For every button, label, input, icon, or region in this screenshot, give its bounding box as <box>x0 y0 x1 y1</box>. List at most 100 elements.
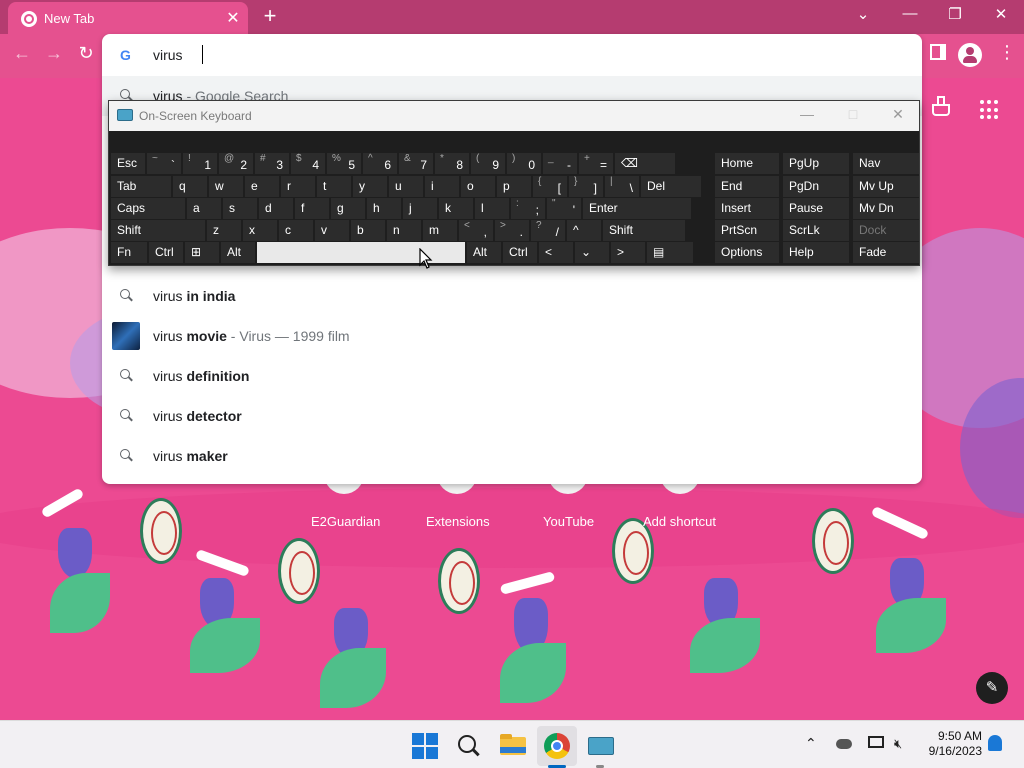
osk-key[interactable]: (9 <box>471 153 505 174</box>
osk-key[interactable]: % 5 <box>327 153 361 174</box>
osk-key[interactable]: k <box>439 198 473 219</box>
labs-flask-icon[interactable] <box>930 96 952 118</box>
osk-key[interactable]: j <box>403 198 437 219</box>
osk-key[interactable]: ? / <box>531 220 565 241</box>
osk-nav-key[interactable]: Pause <box>783 198 849 219</box>
osk-key[interactable]: {[ <box>533 176 567 197</box>
osk-key[interactable]: " ' <box>547 198 581 219</box>
osk-nav-key[interactable]: Nav <box>853 153 919 174</box>
osk-key[interactable]: $4 <box>291 153 325 174</box>
new-tab-button[interactable]: + <box>258 3 282 29</box>
osk-key[interactable]: m <box>423 220 457 241</box>
osk-key[interactable]: e <box>245 176 279 197</box>
address-bar-input[interactable]: virus <box>153 47 183 63</box>
osk-key[interactable]: n <box>387 220 421 241</box>
osk-minimize-button[interactable]: — <box>793 106 821 122</box>
osk-key[interactable]: #3 <box>255 153 289 174</box>
suggestion-row[interactable]: virus movie - Virus — 1999 film <box>102 316 922 356</box>
on-screen-keyboard-taskbar-icon[interactable] <box>588 737 614 755</box>
osk-nav-key[interactable]: PgDn <box>783 176 849 197</box>
shortcut-youtube[interactable]: YouTube <box>543 514 594 529</box>
osk-key[interactable]: u <box>389 176 423 197</box>
osk-key[interactable]: ⊞ <box>185 242 219 263</box>
osk-key[interactable]: ! 1 <box>183 153 217 174</box>
osk-nav-key[interactable]: Dock <box>853 220 919 241</box>
tab-close-button[interactable]: ✕ <box>224 8 242 28</box>
osk-nav-key[interactable]: Help <box>783 242 849 263</box>
osk-key[interactable]: g <box>331 198 365 219</box>
osk-key[interactable]: * 8 <box>435 153 469 174</box>
osk-key[interactable]: >. <box>495 220 529 241</box>
osk-key[interactable]: h <box>367 198 401 219</box>
customize-chrome-pencil-icon[interactable]: ✎ <box>976 672 1008 704</box>
back-button[interactable]: ← <box>10 43 34 64</box>
osk-key[interactable]: r <box>281 176 315 197</box>
side-panel-icon[interactable] <box>930 44 946 60</box>
osk-nav-key[interactable]: Insert <box>715 198 779 219</box>
osk-key[interactable]: Fn <box>111 242 147 263</box>
profile-avatar-icon[interactable] <box>958 43 982 67</box>
osk-nav-key[interactable]: Options <box>715 242 779 263</box>
osk-key[interactable]: a <box>187 198 221 219</box>
osk-nav-key[interactable]: PgUp <box>783 153 849 174</box>
shortcut-add[interactable]: Add shortcut <box>643 514 716 529</box>
osk-key[interactable]: q <box>173 176 207 197</box>
osk-key[interactable]: v <box>315 220 349 241</box>
network-monitor-icon[interactable] <box>868 736 884 748</box>
osk-key[interactable]: ▤ <box>647 242 693 263</box>
reload-button[interactable]: ↻ <box>74 43 98 64</box>
tab-new-tab[interactable]: New Tab ✕ <box>8 2 248 34</box>
osk-nav-key[interactable]: PrtScn <box>715 220 779 241</box>
osk-key[interactable]: :; <box>511 198 545 219</box>
osk-nav-key[interactable]: Mv Dn <box>853 198 919 219</box>
shortcut-e2guardian[interactable]: E2Guardian <box>311 514 380 529</box>
osk-key[interactable]: z <box>207 220 241 241</box>
address-bar[interactable]: G virus <box>102 34 922 76</box>
close-window-button[interactable]: ✕ <box>986 5 1016 23</box>
osk-key[interactable]: c <box>279 220 313 241</box>
osk-key[interactable]: Shift <box>111 220 205 241</box>
osk-key[interactable]: Caps <box>111 198 185 219</box>
osk-key[interactable]: ⌄ <box>575 242 609 263</box>
osk-key[interactable]: ~ ` <box>147 153 181 174</box>
osk-key[interactable]: ^ 6 <box>363 153 397 174</box>
restore-window-button[interactable]: ❐ <box>940 5 970 23</box>
osk-key[interactable]: > <box>611 242 645 263</box>
osk-key[interactable]: s <box>223 198 257 219</box>
osk-key[interactable]: t <box>317 176 351 197</box>
osk-key[interactable]: + = <box>579 153 613 174</box>
osk-key[interactable]: x <box>243 220 277 241</box>
osk-key[interactable]: Tab <box>111 176 171 197</box>
osk-key[interactable]: o <box>461 176 495 197</box>
chrome-taskbar-icon[interactable] <box>544 733 570 759</box>
shortcut-extensions[interactable]: Extensions <box>426 514 490 529</box>
forward-button[interactable]: → <box>42 43 66 64</box>
osk-key[interactable]: & 7 <box>399 153 433 174</box>
osk-key[interactable]: f <box>295 198 329 219</box>
osk-key[interactable]: _ - <box>543 153 577 174</box>
osk-key[interactable]: Ctrl <box>149 242 183 263</box>
suggestion-row[interactable]: virus maker <box>102 436 922 476</box>
osk-nav-key[interactable]: Home <box>715 153 779 174</box>
show-hidden-icons-chevron-icon[interactable]: ⌃ <box>805 735 817 752</box>
taskbar-search-icon[interactable] <box>456 733 482 759</box>
osk-key[interactable]: Esc <box>111 153 145 174</box>
tab-search-dropdown-icon[interactable]: ⌄ <box>848 5 878 23</box>
suggestion-row[interactable]: virus in india <box>102 276 922 316</box>
osk-key[interactable]: }] <box>569 176 603 197</box>
osk-close-button[interactable]: ✕ <box>884 106 912 123</box>
osk-key[interactable]: p <box>497 176 531 197</box>
osk-titlebar[interactable]: On-Screen Keyboard — □ ✕ <box>109 101 919 131</box>
osk-maximize-button[interactable]: □ <box>839 106 867 122</box>
osk-key[interactable]: < <box>539 242 573 263</box>
google-apps-icon[interactable] <box>980 100 1000 120</box>
osk-key[interactable]: b <box>351 220 385 241</box>
osk-key[interactable]: @2 <box>219 153 253 174</box>
osk-nav-key[interactable]: ScrLk <box>783 220 849 241</box>
osk-key[interactable]: Enter <box>583 198 691 219</box>
osk-key[interactable]: l <box>475 198 509 219</box>
osk-key[interactable]: w <box>209 176 243 197</box>
osk-key[interactable]: Alt <box>221 242 255 263</box>
osk-key[interactable]: Ctrl <box>503 242 537 263</box>
speaker-muted-icon[interactable]: 🔇︎ <box>894 736 910 751</box>
